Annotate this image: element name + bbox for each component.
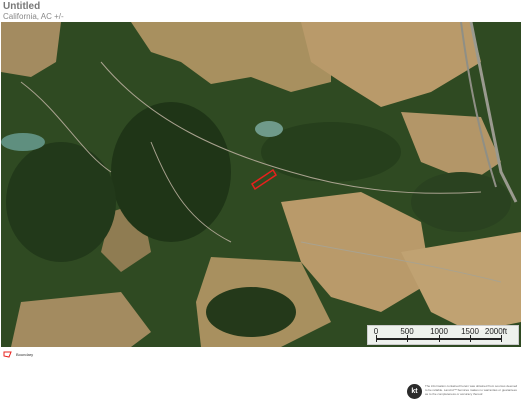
scale-tick — [470, 335, 471, 342]
legend-label: Boundary — [16, 352, 34, 357]
map-legend: Boundary — [3, 351, 33, 358]
scale-tick — [376, 335, 377, 342]
scale-tick — [501, 335, 502, 342]
brand-logo-text: kt — [411, 388, 418, 395]
boundary-swatch-icon — [3, 351, 12, 358]
scale-bar: 0 500 1000 1500 2000ft — [367, 325, 519, 345]
property-boundary[interactable] — [250, 168, 278, 191]
boundary-overlay — [250, 168, 278, 191]
scale-tick — [407, 335, 408, 342]
scale-label-2000ft: 2000ft — [484, 327, 508, 336]
disclaimer-text: The information contained herein was obt… — [425, 384, 518, 396]
page-title: Untitled — [3, 1, 41, 12]
page-subtitle: California, AC +/- — [3, 12, 64, 21]
footer: kt The information contained herein was … — [407, 384, 520, 399]
satellite-map[interactable] — [1, 22, 521, 347]
scale-tick — [439, 335, 440, 342]
brand-logo: kt — [407, 384, 422, 399]
